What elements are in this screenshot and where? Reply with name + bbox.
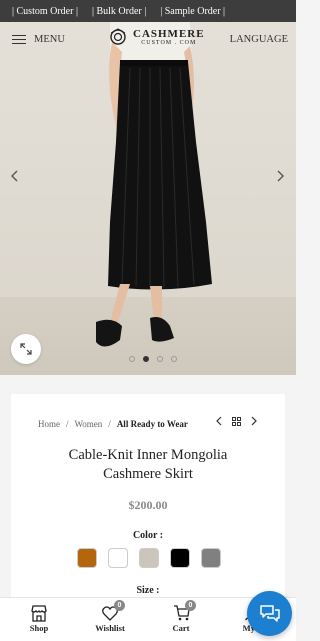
top-order-bar: | Custom Order | | Bulk Order | | Sample… [0, 0, 296, 22]
chevron-left-icon [11, 170, 18, 182]
next-product-icon[interactable] [251, 416, 257, 426]
chat-bubble-icon [259, 604, 280, 622]
product-title-line1: Cable-Knit Inner Mongolia [68, 447, 228, 463]
product-navigation [216, 416, 257, 426]
gallery-pagination [129, 356, 177, 362]
color-swatches [77, 548, 221, 568]
product-title: Cable-Knit Inner Mongolia Cashmere Skirt [11, 446, 285, 484]
wishlist-count-badge: 0 [114, 600, 125, 611]
breadcrumb-home[interactable]: Home [38, 419, 60, 429]
product-price: $200.00 [128, 498, 168, 512]
color-label: Color : [132, 530, 164, 541]
gallery-prev-button[interactable] [10, 170, 18, 187]
nav-shop[interactable]: Shop [9, 603, 69, 633]
sample-order-link[interactable]: | Sample Order | [160, 6, 225, 17]
gallery-dot[interactable] [157, 356, 163, 362]
chat-button[interactable] [247, 591, 292, 636]
color-swatch-gray[interactable] [201, 548, 221, 568]
grid-icon[interactable] [232, 416, 241, 426]
logo-subtext: CUSTOM . COM [141, 39, 197, 46]
gallery-dot-active[interactable] [143, 356, 149, 362]
custom-order-link[interactable]: | Custom Order | [12, 6, 78, 17]
breadcrumb-current: All Ready to Wear [116, 419, 188, 429]
logo-text: CASHMERE [133, 27, 205, 40]
gallery-next-button[interactable] [277, 170, 285, 187]
breadcrumb: Home / Women / All Ready to Wear [38, 419, 188, 429]
menu-label: MENU [34, 34, 65, 45]
product-title-line2: Cashmere Skirt [103, 466, 193, 482]
site-header: MENU CASHMERE CUSTOM . COM LANGUAGE [0, 22, 296, 58]
color-swatch-beige[interactable] [139, 548, 159, 568]
expand-icon [20, 343, 32, 355]
color-swatch-brown[interactable] [77, 548, 97, 568]
breadcrumb-women[interactable]: Women [75, 419, 103, 429]
gallery-dot[interactable] [129, 356, 135, 362]
size-label: Size : [136, 585, 160, 596]
color-swatch-black[interactable] [170, 548, 190, 568]
menu-button[interactable]: MENU [12, 34, 65, 45]
bulk-order-link[interactable]: | Bulk Order | [92, 6, 146, 17]
nav-wishlist[interactable]: 0 Wishlist [80, 600, 140, 633]
cart-count-badge: 0 [185, 600, 196, 611]
language-selector[interactable]: LANGUAGE [230, 34, 288, 45]
logo-emblem-icon [110, 28, 126, 45]
color-swatch-white[interactable] [108, 548, 128, 568]
prev-product-icon[interactable] [216, 416, 222, 426]
breadcrumb-separator: / [108, 419, 111, 429]
site-logo[interactable]: CASHMERE CUSTOM . COM [109, 28, 205, 46]
nav-cart-label: Cart [172, 623, 190, 633]
breadcrumb-separator: / [66, 419, 69, 429]
product-photo [96, 22, 212, 347]
nav-wishlist-label: Wishlist [95, 623, 125, 633]
fullscreen-button[interactable] [11, 334, 41, 364]
nav-shop-label: Shop [29, 623, 49, 633]
hamburger-icon [12, 34, 26, 45]
chevron-right-icon [277, 170, 284, 182]
nav-cart[interactable]: 0 Cart [151, 600, 211, 633]
gallery-dot[interactable] [171, 356, 177, 362]
product-image-gallery[interactable] [0, 22, 296, 375]
store-icon [31, 604, 47, 622]
